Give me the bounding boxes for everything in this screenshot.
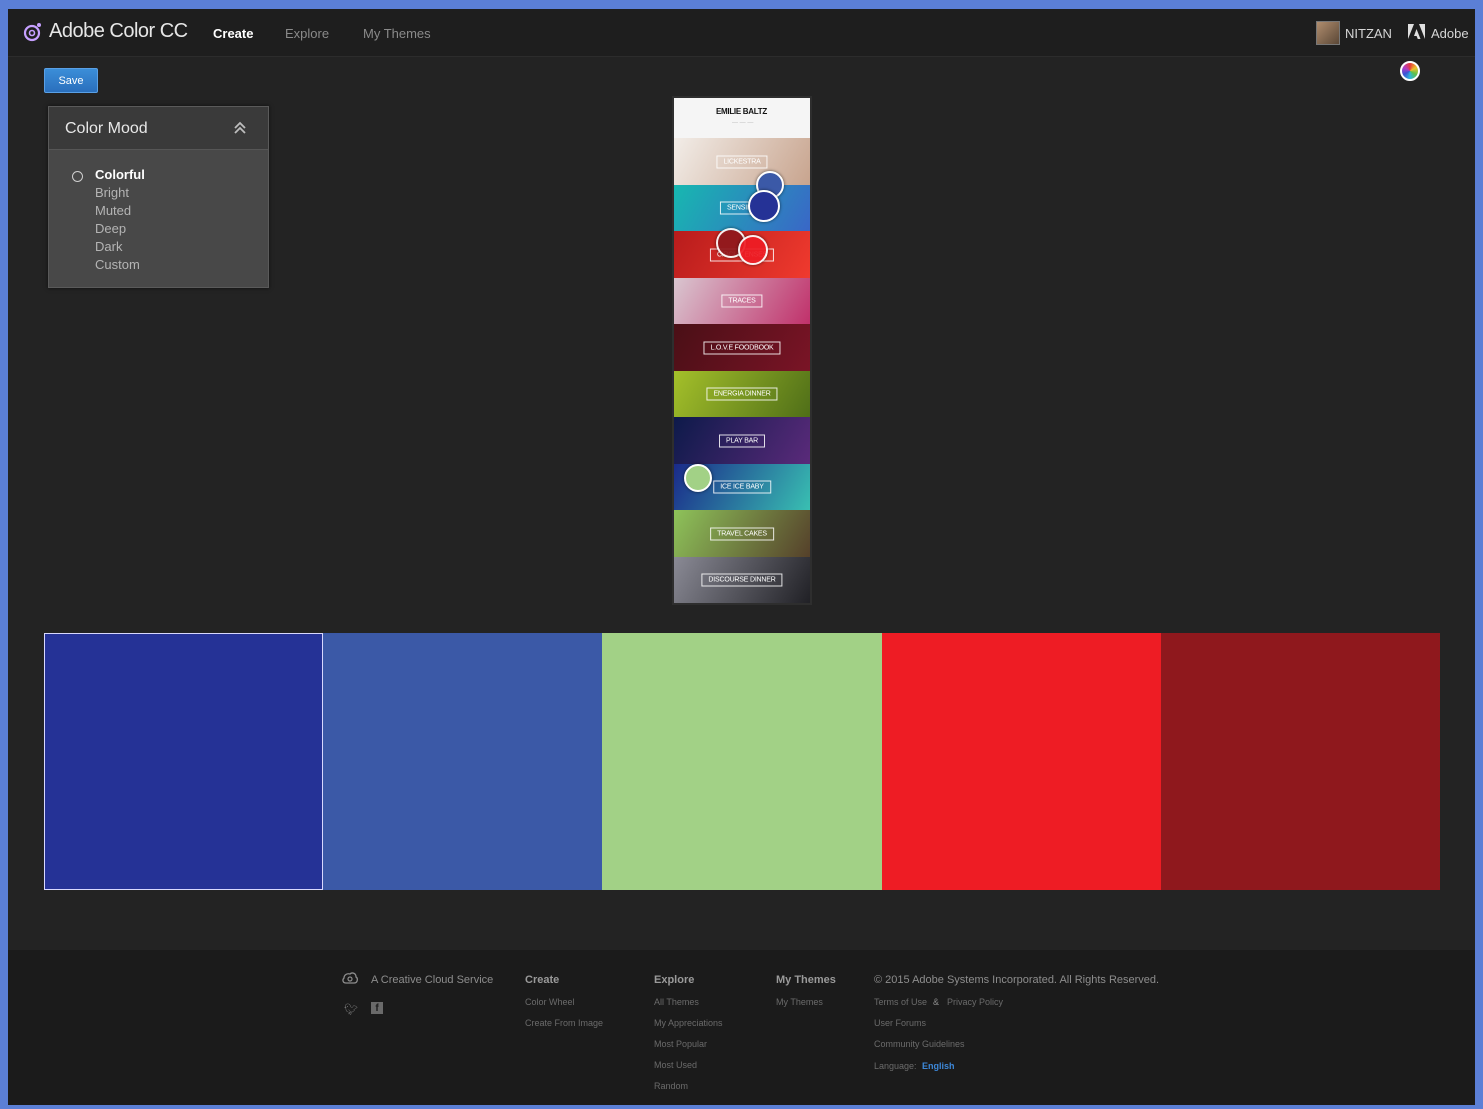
- image-band: ENERGIA DINNER: [674, 370, 810, 418]
- color-swatch[interactable]: [323, 633, 603, 890]
- facebook-icon[interactable]: f: [371, 1002, 383, 1014]
- copyright: © 2015 Adobe Systems Incorporated. All R…: [874, 974, 1160, 986]
- color-mood-title: Color Mood: [65, 120, 148, 137]
- color-picker-handle[interactable]: [738, 235, 768, 265]
- image-band-label: TRACES: [721, 294, 763, 308]
- image-header: EMILIE BALTZ — — —: [674, 98, 810, 138]
- image-header-title: EMILIE BALTZ: [716, 107, 767, 116]
- color-swatch[interactable]: [881, 633, 1161, 890]
- image-band-label: ENERGIA DINNER: [706, 387, 778, 401]
- adobe-link[interactable]: Adobe: [1431, 26, 1469, 41]
- image-band-label: LICKESTRA: [716, 155, 768, 168]
- footer-link-user-forums[interactable]: User Forums: [874, 1018, 926, 1028]
- footer-link-create-from-image[interactable]: Create From Image: [525, 1018, 603, 1028]
- footer-explore-heading: Explore: [654, 974, 695, 986]
- mood-option-deep[interactable]: Deep: [95, 221, 126, 236]
- color-mood-panel: Color Mood Colorful Bright Muted Deep Da…: [48, 106, 269, 288]
- image-band: TRAVEL CAKES: [674, 510, 810, 557]
- source-image: EMILIE BALTZ — — — LICKESTRASENSINGCIRCU…: [672, 96, 812, 605]
- footer-link-privacy[interactable]: Privacy Policy: [947, 997, 1003, 1007]
- language-selector[interactable]: English: [922, 1061, 955, 1071]
- footer-create-heading: Create: [525, 974, 560, 986]
- footer-link-community-guidelines[interactable]: Community Guidelines: [874, 1039, 965, 1049]
- image-band: L.O.V.E FOODBOOK: [674, 324, 810, 371]
- nav-explore[interactable]: Explore: [285, 26, 329, 41]
- image-band: SENSING: [674, 184, 810, 232]
- save-button[interactable]: Save: [44, 68, 98, 93]
- image-band-label: L.O.V.E FOODBOOK: [703, 341, 781, 354]
- creative-cloud-icon: [342, 972, 358, 984]
- color-mood-header: Color Mood: [49, 107, 268, 150]
- footer-link-color-wheel[interactable]: Color Wheel: [525, 997, 575, 1007]
- nav-my-themes[interactable]: My Themes: [363, 26, 431, 41]
- footer-link-all-themes[interactable]: All Themes: [654, 997, 699, 1007]
- footer-link-most-used[interactable]: Most Used: [654, 1060, 697, 1070]
- mood-option-dark[interactable]: Dark: [95, 239, 122, 254]
- color-picker-handle[interactable]: [684, 464, 712, 492]
- image-band-label: ICE ICE BABY: [713, 480, 771, 494]
- footer-my-themes-heading: My Themes: [776, 974, 836, 986]
- color-wheel-icon[interactable]: [1400, 61, 1420, 81]
- creative-cloud-text: A Creative Cloud Service: [371, 974, 494, 986]
- footer-link-my-themes[interactable]: My Themes: [776, 997, 823, 1007]
- app-title[interactable]: Adobe Color CC: [49, 20, 188, 43]
- color-picker-handle-selected[interactable]: [748, 190, 780, 222]
- color-swatch[interactable]: [1160, 633, 1440, 890]
- app-window: Adobe Color CC Create Explore My Themes …: [8, 9, 1475, 1105]
- nav-create[interactable]: Create: [213, 26, 253, 41]
- image-band: DISCOURSE DINNER: [674, 556, 810, 603]
- mood-option-bright[interactable]: Bright: [95, 185, 129, 200]
- top-bar: Adobe Color CC Create Explore My Themes …: [8, 9, 1475, 57]
- image-band-label: TRAVEL CAKES: [710, 527, 774, 540]
- chevron-up-icon[interactable]: [233, 121, 247, 135]
- image-band: TRACES: [674, 277, 810, 325]
- username[interactable]: NITZAN: [1345, 26, 1392, 41]
- twitter-icon[interactable]: 🐦︎: [344, 1003, 358, 1016]
- footer-ampersand: &: [933, 997, 940, 1007]
- language-label: Language:: [874, 1061, 917, 1071]
- mood-option-muted[interactable]: Muted: [95, 203, 131, 218]
- avatar[interactable]: [1316, 21, 1340, 45]
- footer: A Creative Cloud Service 🐦︎ f Create Col…: [8, 950, 1475, 1105]
- footer-link-random[interactable]: Random: [654, 1081, 688, 1091]
- footer-link-terms[interactable]: Terms of Use: [874, 997, 927, 1007]
- color-swatch[interactable]: [44, 633, 324, 890]
- image-band-label: DISCOURSE DINNER: [701, 573, 783, 587]
- adobe-logo-icon[interactable]: [1408, 24, 1425, 39]
- footer-link-my-appreciations[interactable]: My Appreciations: [654, 1018, 723, 1028]
- color-swatch[interactable]: [602, 633, 882, 890]
- mood-option-custom[interactable]: Custom: [95, 257, 140, 272]
- radio-selected-icon[interactable]: [72, 171, 83, 182]
- image-band: LICKESTRA: [674, 138, 810, 185]
- footer-link-most-popular[interactable]: Most Popular: [654, 1039, 707, 1049]
- image-band-label: PLAY BAR: [719, 434, 765, 447]
- mood-option-colorful[interactable]: Colorful: [95, 167, 145, 182]
- adobe-color-logo-icon[interactable]: [22, 21, 44, 43]
- image-band: PLAY BAR: [674, 417, 810, 464]
- image-header-subtitle: — — —: [732, 120, 754, 126]
